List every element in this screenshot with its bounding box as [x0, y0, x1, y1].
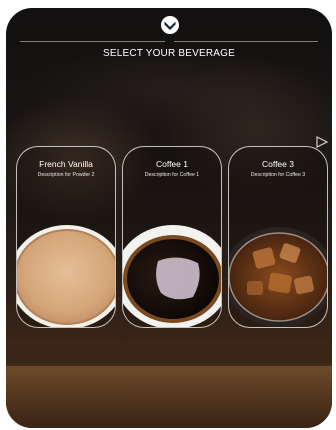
beverage-name: French Vanilla [39, 159, 93, 169]
next-page-button[interactable] [315, 135, 329, 149]
black-coffee-image [123, 219, 221, 327]
chevron-down-icon [164, 21, 176, 30]
beverage-description: Description for Coffee 3 [250, 172, 306, 178]
triangle-right-icon [316, 136, 329, 148]
beverage-card-coffee-1[interactable]: Coffee 1 Description for Coffee 1 [122, 146, 222, 328]
beverage-card-french-vanilla[interactable]: French Vanilla Description for Powder 2 [16, 146, 116, 328]
beverage-name: Coffee 3 [262, 159, 294, 169]
kiosk-screen: SELECT YOUR BEVERAGE French Vanilla Desc… [6, 8, 332, 428]
latte-image [17, 219, 115, 327]
brand-logo [161, 16, 179, 34]
beverage-card-coffee-3[interactable]: Coffee 3 Description for Coffee 3 [228, 146, 328, 328]
beverage-description: Description for Coffee 1 [144, 172, 200, 178]
iced-coffee-image [229, 219, 327, 327]
header-divider-left [20, 41, 165, 42]
beverage-name: Coffee 1 [156, 159, 188, 169]
beverage-description: Description for Powder 2 [37, 172, 95, 178]
page-title: SELECT YOUR BEVERAGE [102, 48, 235, 59]
counter-background [6, 366, 332, 428]
header-divider-right [174, 41, 318, 42]
